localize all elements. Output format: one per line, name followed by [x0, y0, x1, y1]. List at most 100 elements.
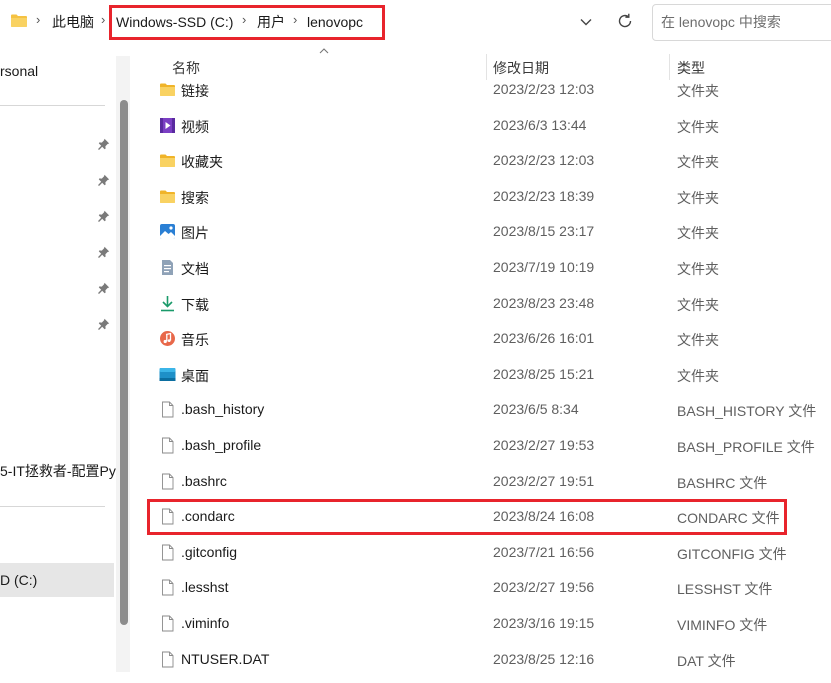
file-row[interactable]: 视频 2023/6/3 13:44 文件夹 — [150, 108, 831, 143]
file-modified-date: 2023/6/26 16:01 — [493, 330, 595, 347]
refresh-icon[interactable] — [616, 12, 634, 30]
file-icon — [159, 651, 176, 668]
file-type: BASH_PROFILE 文件 — [677, 439, 815, 455]
nav-scrollbar-thumb[interactable] — [120, 100, 128, 625]
breadcrumb-this-pc[interactable]: 此电脑 — [52, 13, 94, 31]
file-row[interactable]: 链接 2023/2/23 12:03 文件夹 — [150, 72, 831, 107]
chevron-down-icon[interactable] — [578, 14, 594, 30]
nav-divider — [0, 506, 105, 507]
pin-icon[interactable] — [98, 282, 110, 294]
chevron-right-icon: › — [36, 12, 41, 27]
nav-divider — [0, 105, 105, 106]
annotation-highlight-box — [109, 5, 385, 40]
file-type: 文件夹 — [677, 332, 719, 349]
file-name[interactable]: .lesshst — [181, 579, 228, 595]
file-row[interactable]: .bash_history 2023/6/5 8:34 BASH_HISTORY 文… — [150, 392, 831, 427]
file-name[interactable]: 收藏夹 — [181, 152, 223, 172]
file-modified-date: 2023/8/15 23:17 — [493, 223, 595, 240]
file-modified-date: 2023/2/27 19:56 — [493, 579, 595, 596]
pictures-folder-icon — [159, 223, 176, 240]
file-name[interactable]: 搜索 — [181, 188, 209, 208]
file-row[interactable]: 桌面 2023/8/25 15:21 文件夹 — [150, 357, 831, 392]
file-modified-date: 2023/2/23 12:03 — [493, 81, 595, 97]
file-icon — [159, 615, 176, 632]
file-type: BASH_HISTORY 文件 — [677, 403, 817, 420]
file-name[interactable]: NTUSER.DAT — [181, 651, 269, 667]
sort-ascending-icon — [319, 48, 329, 54]
video-folder-icon — [159, 117, 176, 134]
file-name[interactable]: .bash_profile — [181, 437, 261, 453]
pin-icon[interactable] — [98, 210, 110, 222]
file-name[interactable]: 音乐 — [181, 330, 209, 350]
file-modified-date: 2023/3/16 19:15 — [493, 615, 595, 631]
desktop-folder-icon — [159, 366, 176, 383]
file-row[interactable]: 图片 2023/8/15 23:17 文件夹 — [150, 214, 831, 249]
file-icon — [159, 544, 176, 561]
pin-icon[interactable] — [98, 174, 110, 186]
search-input[interactable] — [661, 14, 831, 30]
pin-icon[interactable] — [98, 318, 110, 330]
address-bar: › 此电脑 › Windows-SSD (C:) › 用户 › lenovopc — [0, 0, 831, 46]
file-icon — [159, 473, 176, 490]
file-type: 文件夹 — [677, 296, 719, 313]
folder-icon — [11, 14, 27, 27]
file-type: 文件夹 — [677, 189, 719, 206]
file-modified-date: 2023/7/19 10:19 — [493, 259, 595, 275]
file-type: LESSHST 文件 — [677, 581, 773, 598]
file-row[interactable]: 下载 2023/8/23 23:48 文件夹 — [150, 286, 831, 321]
file-type: VIMINFO 文件 — [677, 617, 768, 633]
file-type: BASHRC 文件 — [677, 474, 768, 491]
file-name[interactable]: 文档 — [181, 259, 209, 279]
nav-item-onedrive-personal[interactable]: rsonal — [0, 63, 38, 79]
file-modified-date: 2023/2/27 19:51 — [493, 472, 595, 489]
file-row[interactable]: .gitconfig 2023/7/21 16:56 GITCONFIG 文件 — [150, 535, 831, 570]
file-icon — [159, 437, 176, 454]
nav-item-drive-c[interactable]: D (C:) — [0, 572, 37, 588]
search-box[interactable] — [652, 4, 831, 41]
file-modified-date: 2023/8/23 23:48 — [493, 294, 595, 311]
file-row[interactable]: .viminfo 2023/3/16 19:15 VIMINFO 文件 — [150, 606, 831, 641]
file-row[interactable]: .bash_profile 2023/2/27 19:53 BASH_PROFILE… — [150, 428, 831, 463]
file-modified-date: 2023/2/23 18:39 — [493, 187, 595, 204]
file-row[interactable]: NTUSER.DAT 2023/8/25 12:16 DAT 文件 — [150, 642, 831, 677]
file-modified-date: 2023/8/25 15:21 — [493, 365, 595, 382]
file-row[interactable]: 收藏夹 2023/2/23 12:03 文件夹 — [150, 143, 831, 178]
file-name[interactable]: .bashrc — [181, 473, 227, 489]
file-modified-date: 2023/2/23 12:03 — [493, 152, 595, 169]
file-modified-date: 2023/7/21 16:56 — [493, 543, 595, 560]
file-name[interactable]: 视频 — [181, 117, 209, 137]
pin-icon[interactable] — [98, 138, 110, 150]
file-name[interactable]: 桌面 — [181, 366, 209, 386]
file-row[interactable]: 音乐 2023/6/26 16:01 文件夹 — [150, 321, 831, 356]
chevron-right-icon[interactable]: › — [101, 12, 105, 27]
file-type: DAT 文件 — [677, 652, 736, 669]
file-icon — [159, 579, 176, 596]
folder-icon — [159, 188, 176, 205]
navigation-pane: rsonal 5-IT拯救者-配置Py D (C:) — [0, 46, 130, 683]
file-modified-date: 2023/6/3 13:44 — [493, 116, 587, 133]
file-icon — [159, 401, 176, 418]
file-modified-date: 2023/6/5 8:34 — [493, 401, 579, 418]
file-type: 文件夹 — [677, 367, 719, 384]
file-name[interactable]: .bash_history — [181, 401, 264, 417]
file-name[interactable]: 链接 — [181, 81, 209, 101]
file-name[interactable]: 下载 — [181, 295, 209, 315]
folder-icon — [159, 81, 176, 98]
downloads-folder-icon — [159, 295, 176, 312]
file-name[interactable]: .viminfo — [181, 615, 229, 631]
documents-folder-icon — [159, 259, 176, 276]
file-modified-date: 2023/2/27 19:53 — [493, 437, 595, 453]
file-name[interactable]: 图片 — [181, 223, 209, 243]
pin-icon[interactable] — [98, 246, 110, 258]
nav-item-project-folder[interactable]: 5-IT拯救者-配置Py — [0, 461, 116, 481]
file-name[interactable]: .gitconfig — [181, 544, 237, 560]
file-type: 文件夹 — [677, 118, 719, 135]
file-type: 文件夹 — [677, 261, 719, 277]
file-row[interactable]: 文档 2023/7/19 10:19 文件夹 — [150, 250, 831, 285]
file-row[interactable]: .bashrc 2023/2/27 19:51 BASHRC 文件 — [150, 464, 831, 499]
file-type: 文件夹 — [677, 225, 719, 242]
annotation-highlight-box — [147, 499, 787, 535]
file-row[interactable]: .lesshst 2023/2/27 19:56 LESSHST 文件 — [150, 570, 831, 605]
file-row[interactable]: 搜索 2023/2/23 18:39 文件夹 — [150, 179, 831, 214]
file-type: 文件夹 — [677, 83, 719, 99]
